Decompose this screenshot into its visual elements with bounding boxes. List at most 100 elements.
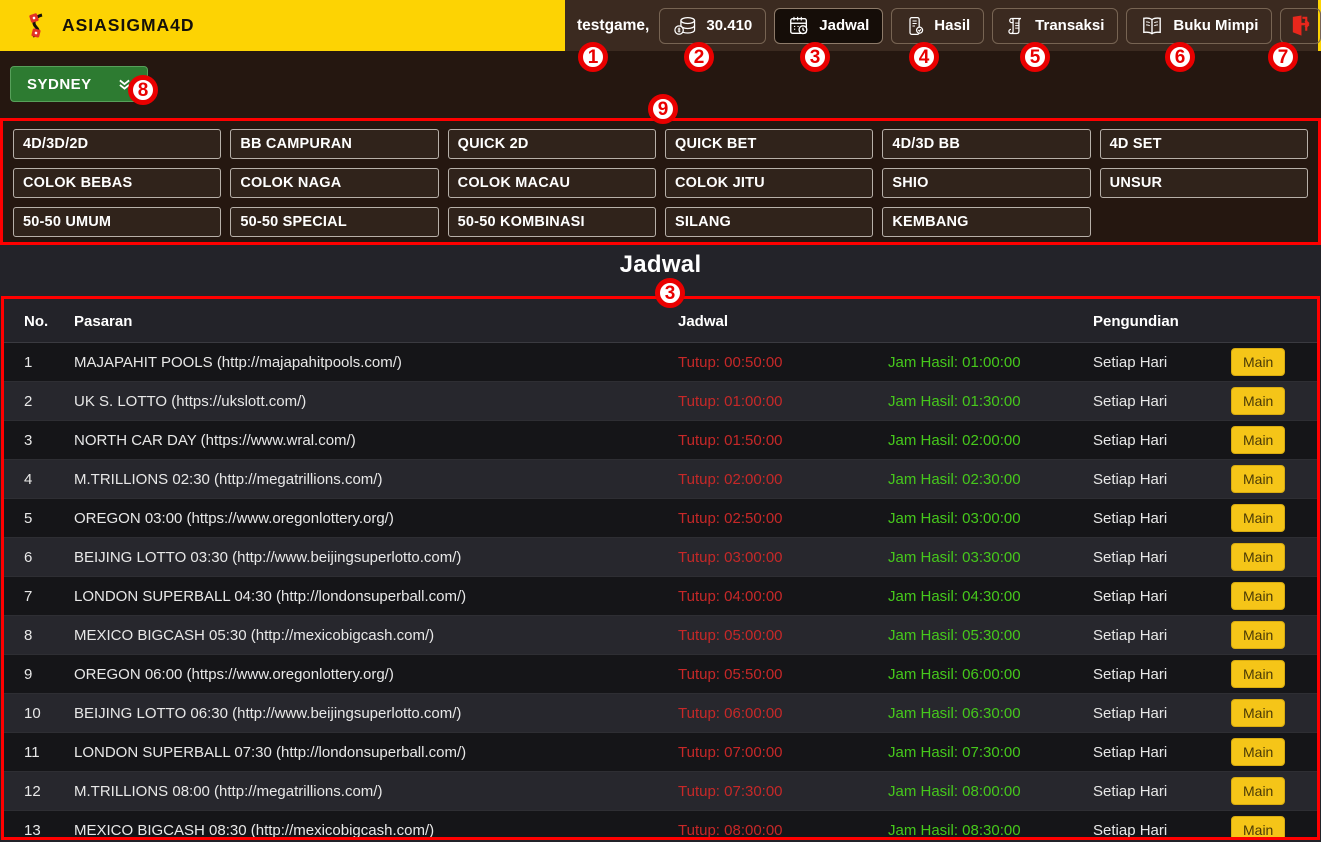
brand-logo[interactable]: ASIASIGMA4D [26, 0, 195, 51]
tutup-time: Tutup: 05:00:00 [674, 616, 884, 655]
game-buttons-panel: 4D/3D/2D BB CAMPURAN QUICK 2D QUICK BET 4D/3… [0, 118, 1321, 245]
schedule-table-panel: No. Pasaran Jadwal Pengundian 1 MAJAPAHI… [1, 296, 1320, 840]
main-button[interactable]: Main [1231, 504, 1285, 532]
pengundian-cell: Setiap Hari [1089, 343, 1219, 382]
game-type-button[interactable]: 4D/3D BB [882, 129, 1090, 159]
annotation-2: 2 [684, 42, 714, 72]
game-type-button[interactable]: 50-50 KOMBINASI [448, 207, 656, 237]
main-button[interactable]: Main [1231, 426, 1285, 454]
table-row: 1 MAJAPAHIT POOLS (http://majapahitpools… [4, 343, 1317, 382]
table-row: 2 UK S. LOTTO (https://ukslott.com/) Tut… [4, 382, 1317, 421]
game-type-button[interactable]: COLOK MACAU [448, 168, 656, 198]
row-number: 7 [4, 577, 56, 616]
game-type-button[interactable]: 4D SET [1100, 129, 1308, 159]
nav-transaksi-button[interactable]: Transaksi [992, 8, 1118, 44]
main-button[interactable]: Main [1231, 465, 1285, 493]
tutup-time: Tutup: 00:50:00 [674, 343, 884, 382]
hasil-time: Jam Hasil: 05:30:00 [884, 616, 1089, 655]
annotation-3-table: 3 [655, 278, 685, 308]
main-button[interactable]: Main [1231, 582, 1285, 610]
main-button[interactable]: Main [1231, 777, 1285, 805]
game-type-button[interactable]: 50-50 SPECIAL [230, 207, 438, 237]
pasaran-cell: OREGON 06:00 (https://www.oregonlottery.… [56, 655, 674, 694]
main-button[interactable]: Main [1231, 543, 1285, 571]
calendar-clock-icon [788, 15, 810, 37]
pasaran-cell: MAJAPAHIT POOLS (http://majapahitpools.c… [56, 343, 674, 382]
main-button[interactable]: Main [1231, 738, 1285, 766]
nav-jadwal-button[interactable]: Jadwal [774, 8, 883, 44]
row-number: 9 [4, 655, 56, 694]
tutup-time: Tutup: 07:00:00 [674, 733, 884, 772]
tutup-time: Tutup: 03:00:00 [674, 538, 884, 577]
pasaran-cell: M.TRILLIONS 08:00 (http://megatrillions.… [56, 772, 674, 811]
pasaran-cell: MEXICO BIGCASH 05:30 (http://mexicobigca… [56, 616, 674, 655]
table-header-row: No. Pasaran Jadwal Pengundian [4, 299, 1317, 343]
main-button[interactable]: Main [1231, 660, 1285, 688]
pasaran-cell: M.TRILLIONS 02:30 (http://megatrillions.… [56, 460, 674, 499]
pengundian-cell: Setiap Hari [1089, 538, 1219, 577]
hasil-time: Jam Hasil: 02:00:00 [884, 421, 1089, 460]
logout-button[interactable] [1280, 8, 1321, 44]
coins-icon [673, 16, 697, 36]
schedule-section: Jadwal No. Pasaran Jadwal Pengundian [0, 245, 1321, 842]
table-row: 7 LONDON SUPERBALL 04:30 (http://londons… [4, 577, 1317, 616]
main-button[interactable]: Main [1231, 816, 1285, 840]
main-button[interactable]: Main [1231, 348, 1285, 376]
nav-hasil-button[interactable]: Hasil [891, 8, 984, 44]
pasaran-cell: OREGON 03:00 (https://www.oregonlottery.… [56, 499, 674, 538]
logout-door-icon [1289, 14, 1312, 37]
table-row: 6 BEIJING LOTTO 03:30 (http://www.beijin… [4, 538, 1317, 577]
user-panel: testgame, 30.410 [565, 0, 1318, 51]
annotation-4: 4 [909, 42, 939, 72]
tutup-time: Tutup: 02:00:00 [674, 460, 884, 499]
annotation-3: 3 [800, 42, 830, 72]
table-row: 8 MEXICO BIGCASH 05:30 (http://mexicobig… [4, 616, 1317, 655]
annotation-7: 7 [1268, 42, 1298, 72]
game-type-button[interactable]: SILANG [665, 207, 873, 237]
row-number: 5 [4, 499, 56, 538]
annotation-8: 8 [128, 75, 158, 105]
row-number: 13 [4, 811, 56, 841]
nav-buku-mimpi-button[interactable]: Buku Mimpi [1126, 8, 1272, 44]
pengundian-cell: Setiap Hari [1089, 616, 1219, 655]
row-number: 1 [4, 343, 56, 382]
game-buttons-grid: 4D/3D/2D BB CAMPURAN QUICK 2D QUICK BET 4D/3… [13, 129, 1308, 234]
main-button[interactable]: Main [1231, 387, 1285, 415]
pengundian-cell: Setiap Hari [1089, 811, 1219, 841]
row-number: 2 [4, 382, 56, 421]
main-button[interactable]: Main [1231, 699, 1285, 727]
annotation-5: 5 [1020, 42, 1050, 72]
game-type-button[interactable]: COLOK BEBAS [13, 168, 221, 198]
pengundian-cell: Setiap Hari [1089, 694, 1219, 733]
hasil-time: Jam Hasil: 01:00:00 [884, 343, 1089, 382]
game-type-button[interactable]: QUICK 2D [448, 129, 656, 159]
pasaran-cell: MEXICO BIGCASH 08:30 (http://mexicobigca… [56, 811, 674, 841]
game-type-button[interactable]: QUICK BET [665, 129, 873, 159]
hasil-time: Jam Hasil: 08:30:00 [884, 811, 1089, 841]
game-type-button[interactable]: COLOK NAGA [230, 168, 438, 198]
pengundian-cell: Setiap Hari [1089, 772, 1219, 811]
phone-result-icon [905, 15, 925, 37]
game-type-button[interactable]: UNSUR [1100, 168, 1308, 198]
main-button[interactable]: Main [1231, 621, 1285, 649]
game-type-button[interactable]: BB CAMPURAN [230, 129, 438, 159]
hasil-time: Jam Hasil: 04:30:00 [884, 577, 1089, 616]
game-type-button[interactable]: KEMBANG [882, 207, 1090, 237]
page: ASIASIGMA4D testgame, 30.410 [0, 0, 1321, 842]
hasil-time: Jam Hasil: 08:00:00 [884, 772, 1089, 811]
balance-button[interactable]: 30.410 [659, 8, 766, 44]
pasaran-cell: BEIJING LOTTO 06:30 (http://www.beijings… [56, 694, 674, 733]
pengundian-cell: Setiap Hari [1089, 655, 1219, 694]
pengundian-cell: Setiap Hari [1089, 733, 1219, 772]
game-type-button[interactable]: COLOK JITU [665, 168, 873, 198]
pasaran-cell: LONDON SUPERBALL 07:30 (http://londonsup… [56, 733, 674, 772]
pengundian-cell: Setiap Hari [1089, 499, 1219, 538]
open-book-icon [1140, 16, 1164, 36]
game-type-button[interactable]: SHIO [882, 168, 1090, 198]
game-type-button[interactable]: 50-50 UMUM [13, 207, 221, 237]
game-type-button[interactable]: 4D/3D/2D [13, 129, 221, 159]
row-number: 4 [4, 460, 56, 499]
pengundian-cell: Setiap Hari [1089, 460, 1219, 499]
market-select-button[interactable]: SYDNEY [10, 66, 148, 102]
row-number: 3 [4, 421, 56, 460]
